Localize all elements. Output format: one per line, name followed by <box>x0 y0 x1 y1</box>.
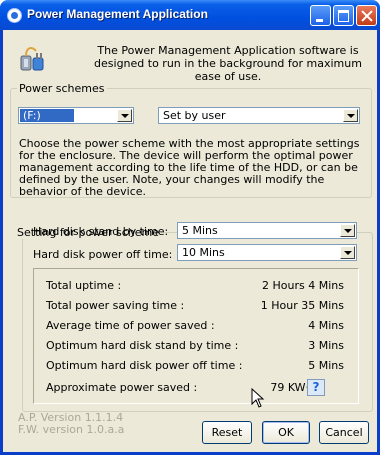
poweroff-time-label: Hard disk power off time: <box>33 248 173 261</box>
drive-select-value: (F:) <box>20 109 74 122</box>
poweroff-time-value: 10 Mins <box>182 246 225 259</box>
stat-value: 5 Mins <box>308 359 344 372</box>
power-plug-icon <box>20 47 44 71</box>
stat-label: Optimum hard disk power off time : <box>46 359 243 372</box>
stat-label: Total uptime : <box>46 279 122 292</box>
standby-time-label: Hard disk stand by time: <box>33 225 169 238</box>
maximize-button[interactable] <box>333 5 354 26</box>
scheme-description: Choose the power scheme with the most ap… <box>19 137 360 198</box>
cancel-button[interactable]: Cancel <box>319 421 369 444</box>
chevron-down-icon[interactable] <box>340 224 355 237</box>
power-scheme-value: Set by user <box>163 109 226 122</box>
ok-button[interactable]: OK <box>262 421 310 444</box>
stat-row-total-uptime: Total uptime : 2 Hours 4 Mins <box>46 279 346 295</box>
title-bar[interactable]: Power Management Application <box>0 0 380 30</box>
close-button[interactable] <box>356 5 377 26</box>
info-text: The Power Management Application softwar… <box>94 44 362 83</box>
stat-label: Total power saving time : <box>46 299 185 312</box>
stat-row-average-time-saved: Average time of power saved : 4 Mins <box>46 319 346 335</box>
stat-value: 1 Hour 35 Mins <box>260 299 344 312</box>
chevron-down-icon[interactable] <box>343 109 358 122</box>
chevron-down-icon[interactable] <box>117 109 132 122</box>
power-schemes-legend: Power schemes <box>17 82 107 95</box>
stat-value: 4 Mins <box>308 319 344 332</box>
stat-label: Optimum hard disk stand by time : <box>46 339 239 352</box>
stat-value: 2 Hours 4 Mins <box>262 279 344 292</box>
stat-label: Average time of power saved : <box>46 319 215 332</box>
power-scheme-select[interactable]: Set by user <box>158 107 360 124</box>
help-icon[interactable]: ? <box>307 379 325 396</box>
minimize-button[interactable] <box>310 5 331 26</box>
stat-row-optimum-poweroff: Optimum hard disk power off time : 5 Min… <box>46 359 346 375</box>
stat-value: 3 Mins <box>308 339 344 352</box>
poweroff-time-select[interactable]: 10 Mins <box>177 244 357 261</box>
chevron-down-icon[interactable] <box>340 246 355 259</box>
app-icon <box>7 8 22 23</box>
stat-row-power-saving-time: Total power saving time : 1 Hour 35 Mins <box>46 299 346 315</box>
version-info: A.P. Version 1.1.1.4 F.W. version 1.0.a.… <box>18 412 124 436</box>
window-title: Power Management Application <box>27 7 208 21</box>
mouse-pointer-icon <box>251 388 265 408</box>
drive-select[interactable]: (F:) <box>18 107 134 124</box>
stat-row-power-saved: Approximate power saved : 79 KW·S <box>46 381 346 397</box>
fw-version: F.W. version 1.0.a.a <box>18 423 125 436</box>
stat-label: Approximate power saved : <box>46 381 198 394</box>
standby-time-value: 5 Mins <box>182 224 218 237</box>
standby-time-select[interactable]: 5 Mins <box>177 222 357 239</box>
reset-button[interactable]: Reset <box>202 421 252 444</box>
stat-row-optimum-standby: Optimum hard disk stand by time : 3 Mins <box>46 339 346 355</box>
